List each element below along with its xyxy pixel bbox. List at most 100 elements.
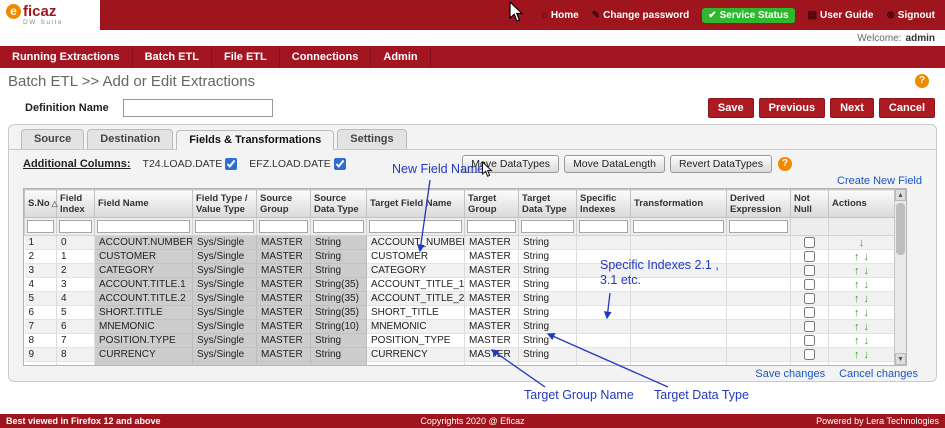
- filter-input-field-index[interactable]: [59, 220, 92, 233]
- move-down-icon[interactable]: ↓: [864, 293, 870, 305]
- filter-input-specific-indexes[interactable]: [579, 220, 628, 233]
- next-button[interactable]: Next: [830, 98, 874, 118]
- move-up-icon[interactable]: ↑: [854, 321, 860, 333]
- create-new-field-link[interactable]: Create New Field: [837, 175, 922, 187]
- column-header-not-null[interactable]: Not Null: [791, 190, 829, 218]
- scroll-down-icon[interactable]: ▼: [895, 353, 906, 365]
- cell-target-group: MASTER: [465, 320, 519, 334]
- move-up-icon[interactable]: ↑: [854, 349, 860, 361]
- not-null-checkbox[interactable]: [804, 237, 815, 248]
- cancel-changes-link[interactable]: Cancel changes: [839, 368, 918, 380]
- filter-input-target-data-type[interactable]: [521, 220, 574, 233]
- not-null-checkbox[interactable]: [804, 265, 815, 276]
- nav-item-admin[interactable]: Admin: [371, 46, 430, 68]
- filter-input-field-name[interactable]: [97, 220, 190, 233]
- column-header-actions[interactable]: Actions: [829, 190, 895, 218]
- not-null-checkbox[interactable]: [804, 335, 815, 346]
- nav-item-batch-etl[interactable]: Batch ETL: [133, 46, 212, 68]
- cell-sno: 4: [25, 278, 57, 292]
- save-changes-link[interactable]: Save changes: [755, 368, 825, 380]
- additional-columns-label: Additional Columns:: [23, 158, 131, 170]
- column-header-source-data-type[interactable]: Source Data Type: [311, 190, 367, 218]
- save-button[interactable]: Save: [708, 98, 754, 118]
- cell-derived-expression: [727, 362, 791, 367]
- column-header-derived-expression[interactable]: Derived Expression: [727, 190, 791, 218]
- move-datatypes-button[interactable]: Move DataTypes: [462, 155, 559, 173]
- not-null-checkbox[interactable]: [804, 349, 815, 360]
- nav-item-connections[interactable]: Connections: [280, 46, 372, 68]
- filter-input-s-no[interactable]: [27, 220, 54, 233]
- topbar-link-user-guide[interactable]: ▤User Guide: [808, 10, 874, 21]
- move-down-icon[interactable]: ↓: [864, 307, 870, 319]
- filter-cell: [57, 218, 95, 236]
- revert-datatypes-button[interactable]: Revert DataTypes: [670, 155, 772, 173]
- filter-input-derived-expression[interactable]: [729, 220, 788, 233]
- move-down-icon[interactable]: ↓: [864, 335, 870, 347]
- cell-transformation: [631, 334, 727, 348]
- column-header-target-field-name[interactable]: Target Field Name: [367, 190, 465, 218]
- move-down-icon[interactable]: ↓: [864, 321, 870, 333]
- additional-column-checkbox[interactable]: [334, 158, 346, 170]
- not-null-checkbox[interactable]: [804, 279, 815, 290]
- column-header-field-name[interactable]: Field Name: [95, 190, 193, 218]
- topbar-link-signout[interactable]: ⊗Signout: [886, 10, 935, 21]
- scrollbar-thumb[interactable]: [896, 203, 905, 255]
- filter-input-source-group[interactable]: [259, 220, 308, 233]
- not-null-checkbox[interactable]: [804, 307, 815, 318]
- not-null-checkbox[interactable]: [804, 251, 815, 262]
- topbar-link-home[interactable]: ⌂Home: [542, 10, 579, 21]
- move-up-icon[interactable]: ↑: [854, 265, 860, 277]
- topbar-link-service-status[interactable]: ✔Service Status: [702, 8, 794, 23]
- cell-target-data-type: String: [519, 264, 577, 278]
- column-header-source-group[interactable]: Source Group: [257, 190, 311, 218]
- filter-input-source-data-type[interactable]: [313, 220, 364, 233]
- move-down-icon[interactable]: ↓: [859, 237, 865, 249]
- column-header-specific-indexes[interactable]: Specific Indexes: [577, 190, 631, 218]
- filter-input-transformation[interactable]: [633, 220, 724, 233]
- filter-input-field-type-value-type[interactable]: [195, 220, 254, 233]
- column-header-target-group[interactable]: Target Group: [465, 190, 519, 218]
- previous-button[interactable]: Previous: [759, 98, 825, 118]
- definition-name-input[interactable]: [123, 99, 273, 117]
- move-up-icon[interactable]: ↑: [854, 335, 860, 347]
- additional-column-checkbox[interactable]: [225, 158, 237, 170]
- tab-source[interactable]: Source: [21, 129, 84, 149]
- column-header-target-data-type[interactable]: Target Data Type: [519, 190, 577, 218]
- logo-suite-text: DW Suite: [6, 19, 100, 26]
- cell-derived-expression: [727, 250, 791, 264]
- toolbar-help-icon[interactable]: ?: [778, 157, 792, 171]
- move-up-icon[interactable]: ↑: [854, 279, 860, 291]
- definition-form-row: Definition Name SavePreviousNextCancel: [0, 94, 945, 122]
- not-null-checkbox[interactable]: [804, 293, 815, 304]
- nav-item-file-etl[interactable]: File ETL: [212, 46, 280, 68]
- move-down-icon[interactable]: ↓: [864, 279, 870, 291]
- table-scrollbar[interactable]: ▲ ▼: [894, 189, 906, 365]
- cell-derived-expression: [727, 320, 791, 334]
- eficaz-logo[interactable]: e ficaz DW Suite: [0, 0, 100, 30]
- column-header-s-no[interactable]: S.No△: [25, 190, 57, 218]
- tab-destination[interactable]: Destination: [87, 129, 173, 149]
- scroll-up-icon[interactable]: ▲: [895, 189, 906, 201]
- tab-fields-transformations[interactable]: Fields & Transformations: [176, 130, 334, 150]
- move-up-icon[interactable]: ↑: [854, 307, 860, 319]
- move-down-icon[interactable]: ↓: [864, 251, 870, 263]
- move-down-icon[interactable]: ↓: [864, 349, 870, 361]
- column-header-field-type-value-type[interactable]: Field Type / Value Type: [193, 190, 257, 218]
- move-up-icon[interactable]: ↑: [854, 293, 860, 305]
- tab-settings[interactable]: Settings: [337, 129, 406, 149]
- nav-item-running-extractions[interactable]: Running Extractions: [0, 46, 133, 68]
- move-up-icon[interactable]: ↑: [854, 251, 860, 263]
- filter-input-target-field-name[interactable]: [369, 220, 462, 233]
- page-help-icon[interactable]: ?: [915, 74, 929, 88]
- cell-sno: 5: [25, 292, 57, 306]
- column-header-field-index[interactable]: Field Index: [57, 190, 95, 218]
- move-datalength-button[interactable]: Move DataLength: [564, 155, 665, 173]
- cancel-button[interactable]: Cancel: [879, 98, 935, 118]
- cell-specific-indexes: [577, 320, 631, 334]
- topbar-link-change-password[interactable]: ✎Change password: [592, 10, 690, 21]
- move-down-icon[interactable]: ↓: [864, 265, 870, 277]
- column-header-transformation[interactable]: Transformation: [631, 190, 727, 218]
- not-null-checkbox[interactable]: [804, 321, 815, 332]
- filter-input-target-group[interactable]: [467, 220, 516, 233]
- cell-sno: [25, 362, 57, 367]
